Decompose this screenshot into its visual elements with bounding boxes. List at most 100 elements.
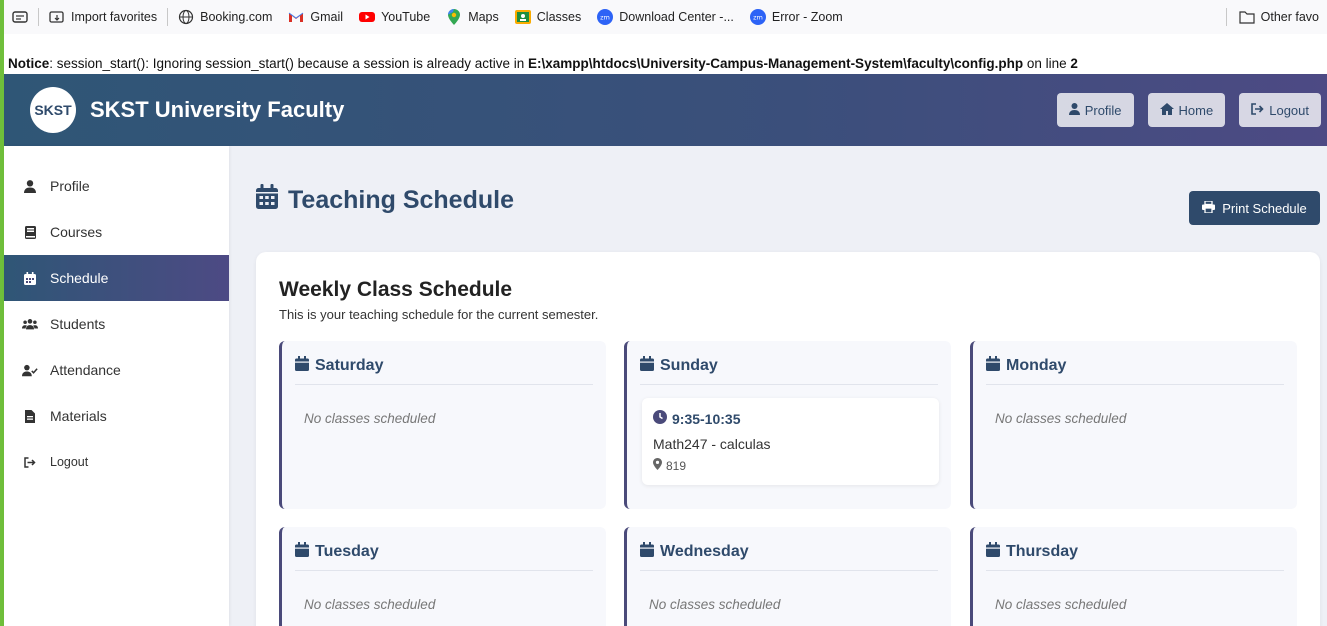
sidebar-item-attendance[interactable]: Attendance [4, 347, 229, 393]
header-logout-label: Logout [1269, 102, 1309, 118]
calendar-icon [295, 541, 309, 562]
sidebar-item-label: Attendance [50, 362, 121, 378]
divider [38, 8, 39, 26]
no-classes-text: No classes scheduled [995, 411, 1127, 426]
day-header: Saturday [295, 355, 593, 385]
calendar-icon [295, 355, 309, 376]
day-name: Thursday [1006, 542, 1079, 560]
bookmark-maps[interactable]: Maps [438, 0, 507, 34]
day-header: Wednesday [640, 541, 938, 571]
clock-icon [653, 410, 667, 427]
folder-icon [1239, 9, 1255, 25]
calendar-icon [22, 271, 38, 285]
bookmarks-menu-button[interactable] [4, 0, 36, 34]
site-header: SKST SKST University Faculty Profile Hom… [4, 74, 1327, 146]
header-profile-label: Profile [1084, 102, 1122, 118]
sidebar-item-label: Materials [50, 408, 107, 424]
header-logout-button[interactable]: Logout [1239, 93, 1321, 127]
day-card-sunday: Sunday 9:35-10:35 Math247 - calculas 819 [624, 341, 951, 509]
zoom-icon: zm [597, 9, 614, 25]
calendar-icon [986, 355, 1000, 376]
class-room-text: 819 [666, 458, 687, 473]
day-name: Saturday [315, 356, 384, 374]
bookmark-download-center[interactable]: zm Download Center -... [589, 0, 742, 34]
print-schedule-button[interactable]: Print Schedule [1189, 191, 1320, 225]
bookmark-gmail[interactable]: Gmail [280, 0, 351, 34]
user-icon [22, 179, 38, 193]
sidebar-item-profile[interactable]: Profile [4, 163, 229, 209]
sidebar-item-students[interactable]: Students [4, 301, 229, 347]
notice-text: : session_start(): Ignoring session_star… [49, 56, 528, 71]
class-entry[interactable]: 9:35-10:35 Math247 - calculas 819 [642, 398, 939, 485]
divider [167, 8, 169, 26]
day-header: Monday [986, 355, 1284, 385]
logout-icon [1251, 102, 1264, 118]
day-card-tuesday: Tuesday No classes scheduled [279, 527, 606, 626]
sidebar-item-materials[interactable]: Materials [4, 393, 229, 439]
user-check-icon [22, 364, 38, 377]
bookmark-import-favorites[interactable]: Import favorites [41, 0, 165, 34]
bookmark-label: Maps [468, 10, 499, 24]
user-icon [1068, 102, 1080, 118]
classes-icon [514, 9, 531, 25]
svg-text:zm: zm [753, 14, 763, 22]
sidebar-item-courses[interactable]: Courses [4, 209, 229, 255]
sidebar-item-schedule[interactable]: Schedule [4, 255, 229, 301]
no-classes-text: No classes scheduled [304, 597, 436, 612]
notice-line: 2 [1070, 56, 1078, 71]
bookmark-label: Import favorites [71, 10, 158, 24]
bookmark-label: Classes [536, 10, 582, 24]
tab-actions-icon [12, 9, 28, 25]
schedule-card: Weekly Class Schedule This is your teach… [256, 252, 1320, 626]
bookmark-label: Other favo [1260, 10, 1319, 24]
sidebar-item-label: Students [50, 316, 106, 332]
location-pin-icon [653, 458, 662, 473]
zoom-icon: zm [749, 9, 766, 25]
header-nav: Profile Home Logout [1056, 93, 1321, 127]
header-home-button[interactable]: Home [1147, 93, 1226, 127]
bookmark-error-zoom[interactable]: zm Error - Zoom [742, 0, 851, 34]
logout-icon [22, 456, 38, 468]
calendar-icon [640, 355, 654, 376]
logo: SKST [30, 87, 76, 133]
card-title: Weekly Class Schedule [279, 278, 513, 301]
notice-on-line: on line [1023, 56, 1071, 71]
file-icon [22, 409, 38, 423]
maps-icon [446, 9, 462, 25]
notice-path: E:\xampp\htdocs\University-Campus-Manage… [528, 56, 1024, 71]
svg-text:zm: zm [600, 14, 610, 22]
no-classes-text: No classes scheduled [995, 597, 1127, 612]
bookmark-other-favorites[interactable]: Other favo [1216, 0, 1327, 34]
calendar-icon [256, 184, 278, 216]
day-header: Tuesday [295, 541, 593, 571]
header-profile-button[interactable]: Profile [1056, 93, 1134, 127]
day-card-wednesday: Wednesday No classes scheduled [624, 527, 951, 626]
day-header: Sunday [640, 355, 938, 385]
class-time-text: 9:35-10:35 [672, 410, 741, 427]
php-notice: Notice: session_start(): Ignoring sessio… [0, 34, 1327, 74]
brand-title: SKST University Faculty [90, 97, 345, 122]
sidebar-item-label: Schedule [50, 270, 109, 286]
bookmark-youtube[interactable]: YouTube [351, 0, 438, 34]
printer-icon [1202, 199, 1216, 216]
bookmark-booking[interactable]: Booking.com [170, 0, 280, 34]
bookmarks-bar: Import favorites Booking.com Gmail YouTu… [0, 0, 1327, 34]
home-icon [1159, 102, 1174, 118]
bookmark-label: Error - Zoom [771, 10, 843, 24]
no-classes-text: No classes scheduled [304, 411, 436, 426]
page-title: Teaching Schedule [256, 184, 514, 216]
header-home-label: Home [1178, 102, 1214, 118]
sidebar-item-label: Logout [50, 455, 89, 469]
gmail-icon [288, 9, 304, 25]
page-title-text: Teaching Schedule [288, 185, 514, 214]
book-icon [22, 225, 38, 239]
sidebar-item-label: Profile [50, 178, 90, 194]
class-course: Math247 - calculas [653, 436, 771, 452]
day-name: Tuesday [315, 542, 379, 560]
bookmark-classes[interactable]: Classes [507, 0, 589, 34]
users-icon [22, 318, 38, 330]
day-name: Sunday [660, 356, 718, 374]
bookmark-label: Gmail [310, 10, 344, 24]
sidebar-item-logout[interactable]: Logout [4, 439, 229, 485]
bookmark-label: Booking.com [200, 10, 273, 24]
